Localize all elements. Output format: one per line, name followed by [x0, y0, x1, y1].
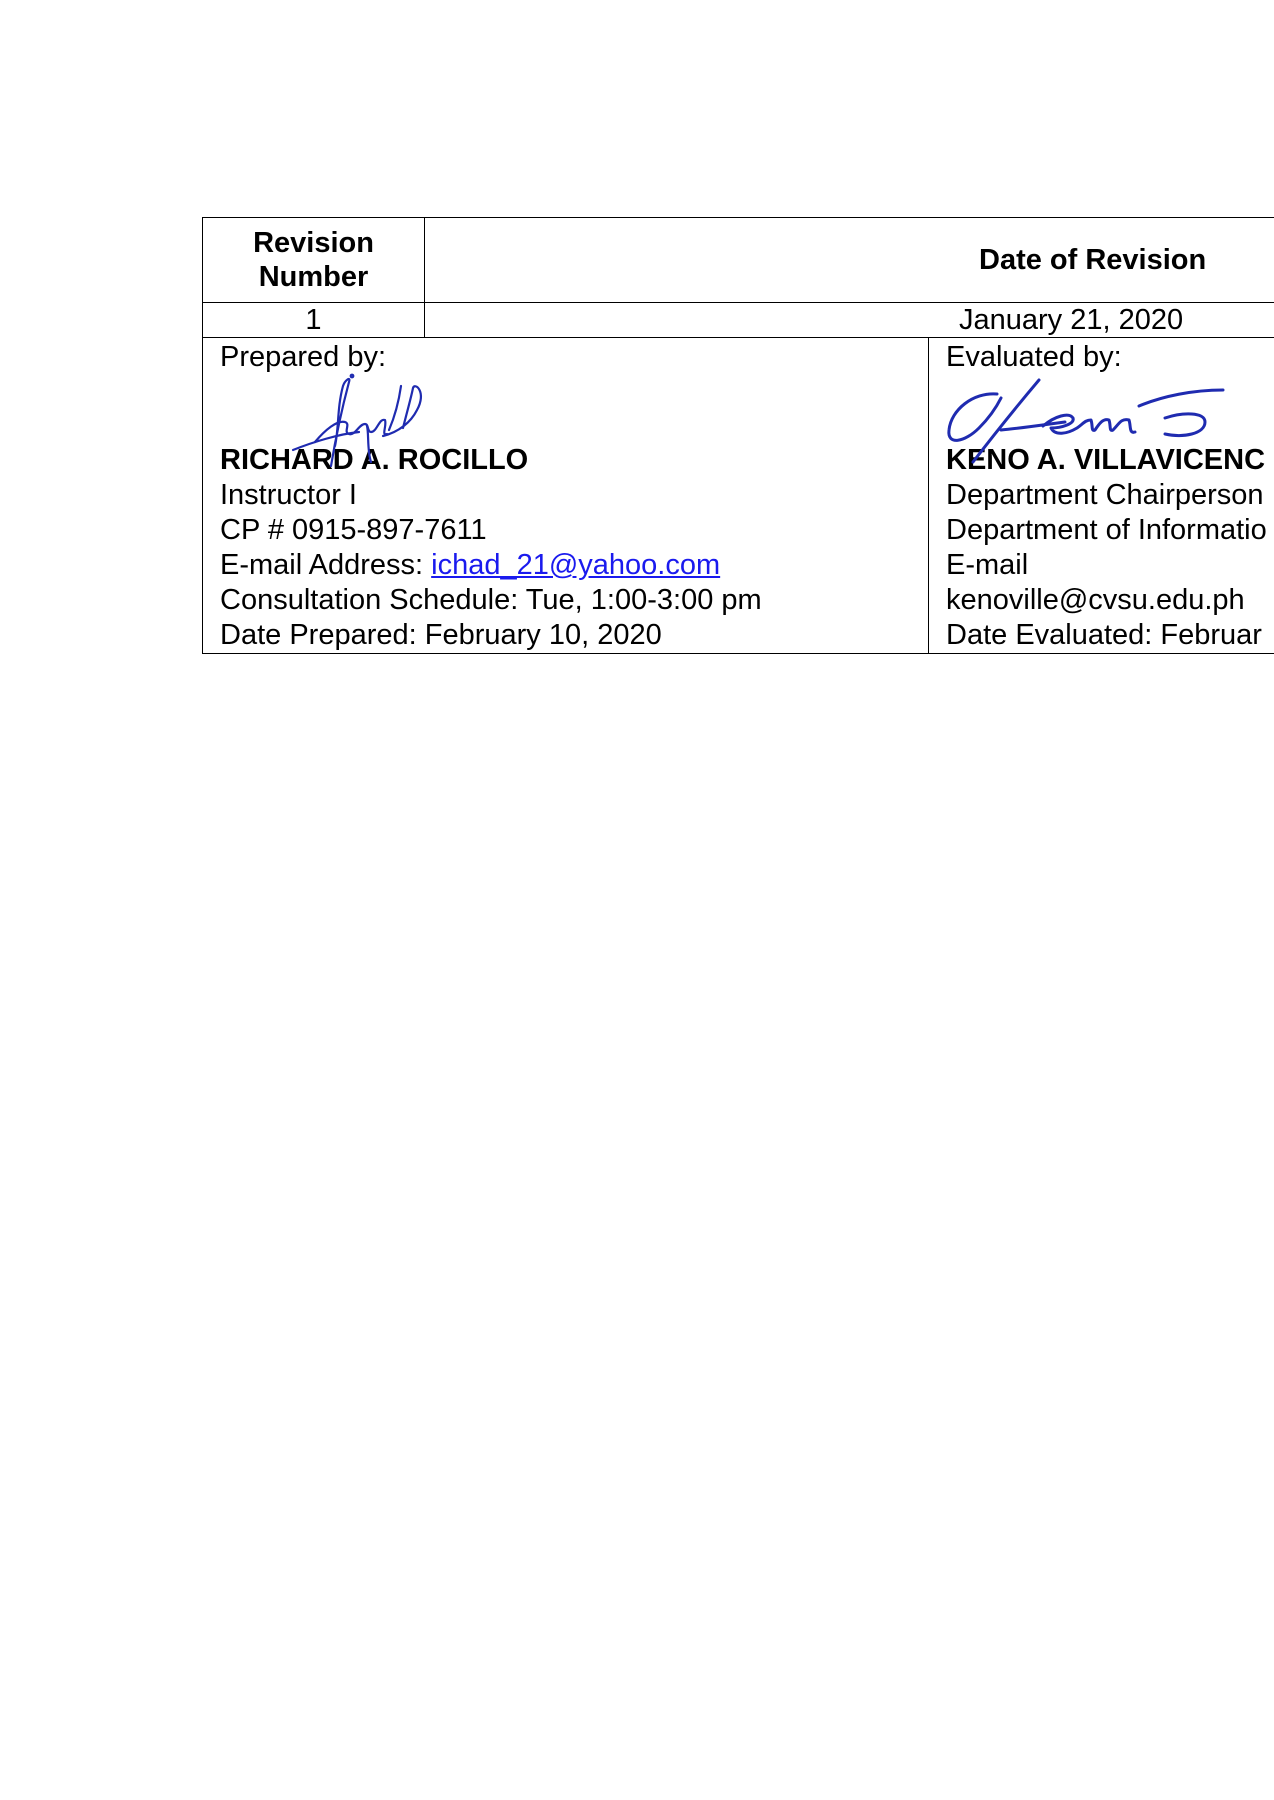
date-of-revision-header: Date of Revision: [424, 217, 1274, 303]
revision-table: Revision Number Date of Revision 1 Janua…: [202, 217, 1274, 654]
prepared-by-name: RICHARD A. ROCILLO: [220, 444, 529, 476]
evaluated-by-name: KENO A. VILLAVICENC: [946, 444, 1266, 476]
revision-number-header-line1: Revision: [253, 227, 374, 259]
document-page: Revision Number Date of Revision 1 Janua…: [0, 0, 1274, 1800]
prepared-by-block: Prepared by: RICHARD A. ROCILLO Instruct…: [203, 338, 928, 653]
evaluated-by-label: Evaluated by:: [946, 341, 1122, 373]
prepared-by-email-line: E-mail Address: ichad_21@yahoo.com: [220, 548, 928, 583]
prepared-by-contact: CP # 0915-897-7611: [220, 514, 487, 546]
prepared-by-email-link[interactable]: ichad_21@yahoo.com: [431, 549, 720, 581]
revision-number-header-line2: Number: [258, 261, 369, 293]
evaluated-by-email-label: E-mail: [946, 549, 1029, 581]
evaluated-by-email: kenoville@cvsu.edu.ph: [946, 584, 1245, 616]
prepared-by-label: Prepared by:: [220, 341, 387, 373]
evaluated-by-date: Date Evaluated: Februar: [946, 619, 1262, 651]
prepared-by-date: Date Prepared: February 10, 2020: [220, 619, 662, 651]
revision-number-header: Revision Number: [202, 217, 425, 303]
prepared-by-schedule: Consultation Schedule: Tue, 1:00-3:00 pm: [220, 584, 762, 616]
date-of-revision-value: January 21, 2020: [424, 302, 1274, 338]
prepared-by-title: Instructor I: [220, 479, 357, 511]
prepared-by-cell: Prepared by: RICHARD A. ROCILLO Instruct…: [202, 337, 929, 654]
revision-value-row: 1 January 21, 2020: [202, 302, 1274, 338]
evaluated-by-cell: Evaluated by: KENO A. VILLAVICENC Depart…: [928, 337, 1274, 654]
evaluated-by-block: Evaluated by: KENO A. VILLAVICENC Depart…: [929, 338, 1274, 653]
signatories-row: Prepared by: RICHARD A. ROCILLO Instruct…: [202, 337, 1274, 654]
revision-number-value: 1: [202, 302, 425, 338]
evaluated-by-department: Department of Informatio: [946, 514, 1267, 546]
evaluated-by-title: Department Chairperson: [946, 479, 1264, 511]
revision-header-row: Revision Number Date of Revision: [202, 217, 1274, 303]
prepared-by-email-label: E-mail Address:: [220, 549, 432, 581]
